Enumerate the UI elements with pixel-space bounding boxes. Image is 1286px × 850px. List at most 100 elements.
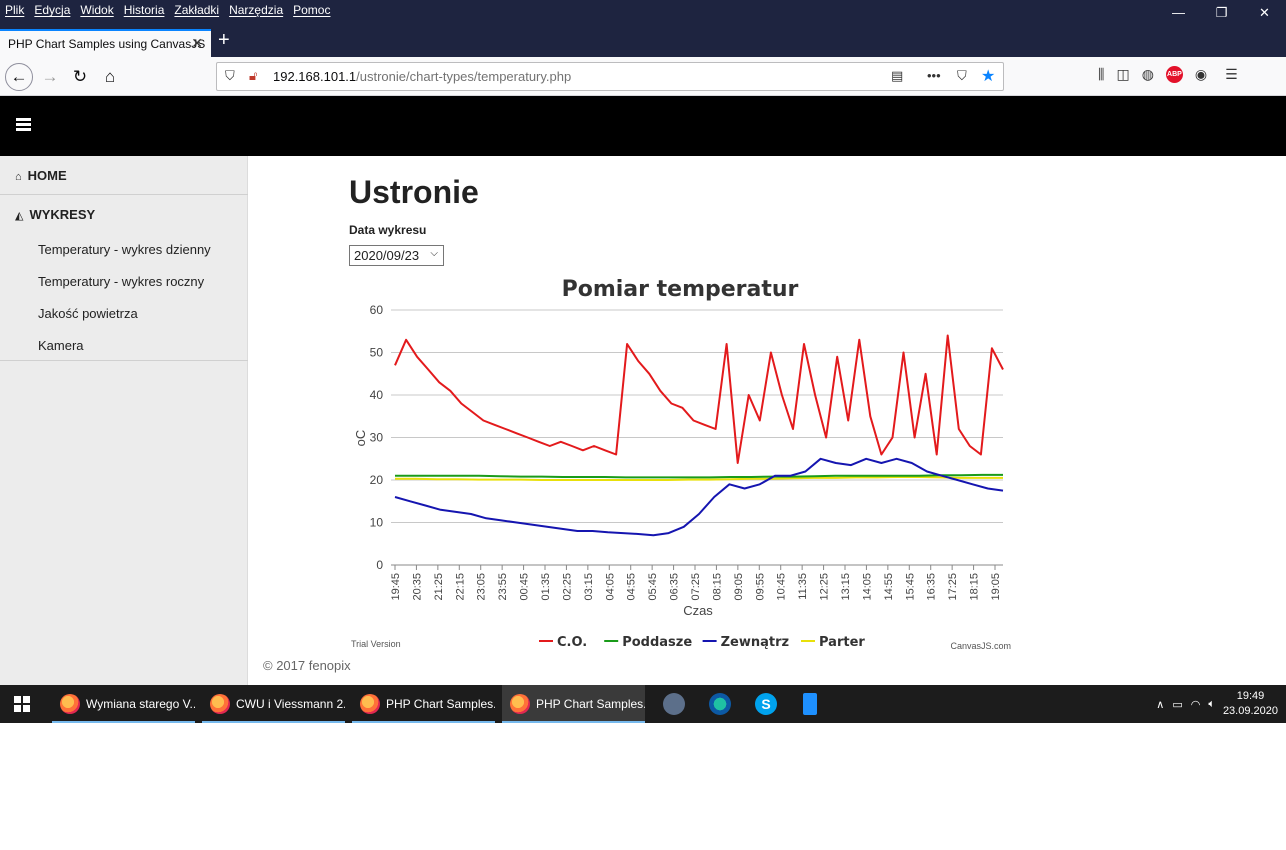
menu-plik[interactable]: Plik [5, 3, 24, 17]
y-tick-label: 20 [370, 473, 384, 487]
library-icon[interactable]: ⫼ [1098, 66, 1104, 83]
app-menu-icon[interactable]: ☰ [1225, 66, 1238, 83]
bookmark-star-icon[interactable]: ★ [981, 66, 995, 86]
clock-time: 19:49 [1236, 690, 1265, 702]
tab-close-icon[interactable]: ✕ [191, 35, 203, 52]
firefox-icon [510, 694, 530, 714]
sidebar: ⌂ HOME ◭ WYKRESY Temperatury - wykres dzie… [0, 156, 248, 685]
x-tick-label: 18:15 [969, 573, 981, 601]
menu-bar: Plik Edycja Widok Historia Zakładki Narz… [0, 0, 1286, 25]
edge-icon[interactable] [709, 693, 731, 715]
sidebar-item-temp-daily[interactable]: Temperatury - wykres dzienny [38, 242, 211, 257]
x-tick-label: 14:55 [883, 573, 895, 601]
tab-title: PHP Chart Samples using CanvasJS [8, 37, 206, 51]
date-select-value: 2020/09/23 [354, 248, 420, 263]
taskbar-task-1[interactable]: Wymiana starego V... [52, 685, 195, 723]
url-path: /ustronie/chart-types/temperatury.php [356, 69, 572, 84]
legend-label: C.O. [557, 635, 587, 650]
home-nav-icon: ⌂ [15, 171, 22, 183]
forward-icon[interactable]: → [36, 63, 64, 91]
page-actions-icon[interactable]: ••• [927, 68, 941, 83]
wifi-icon[interactable]: ◠ [1191, 698, 1201, 711]
x-tick-label: 10:45 [776, 573, 788, 601]
x-tick-label: 01:35 [540, 573, 552, 601]
x-tick-label: 16:35 [926, 573, 938, 601]
x-tick-label: 08:15 [711, 573, 723, 601]
menu-narzedzia[interactable]: Narzędzia [229, 3, 283, 17]
adblock-icon[interactable]: ABP [1165, 66, 1183, 83]
series-line-c-o- [394, 334, 1004, 464]
home-icon[interactable]: ⌂ [96, 63, 124, 91]
date-select[interactable]: 2020/09/23 ⌵ [349, 245, 444, 266]
sidebar-item-home[interactable]: ⌂ HOME [15, 168, 67, 183]
tray-chevron-up-icon[interactable]: ∧ [1156, 698, 1164, 711]
temperature-chart: Pomiar temperatur 0 10 20 30 40 50 60 19:45 20:35… [349, 272, 1019, 657]
task-label: PHP Chart Samples... [536, 697, 645, 711]
chevron-down-icon: ⌵ [430, 248, 438, 259]
menu-zakladki[interactable]: Zakładki [174, 3, 219, 17]
watermark-canvasjs: CanvasJS.com [950, 641, 1011, 651]
hamburger-menu-icon[interactable] [16, 118, 31, 131]
x-tick-label: 23:55 [497, 573, 509, 601]
x-tick-label: 17:25 [947, 573, 959, 601]
taskbar-task-3[interactable]: PHP Chart Samples... [352, 685, 495, 723]
legend-label: Poddasze [622, 635, 692, 650]
nav-bar: ← → ↻ ⌂ ⛉ 🔓︎ 192.168.101.1/ustronie/char… [0, 57, 1286, 96]
firefox-icon [360, 694, 380, 714]
volume-icon[interactable]: 🔈︎ [1208, 698, 1215, 711]
x-tick-label: 09:05 [733, 573, 745, 601]
menu-edycja[interactable]: Edycja [34, 3, 70, 17]
url-bar[interactable]: ⛉ 🔓︎ 192.168.101.1/ustronie/chart-types/… [216, 62, 1004, 91]
pocket-icon[interactable]: ⛉ [957, 68, 967, 84]
sidebar-toggle-icon[interactable]: ◫ [1116, 66, 1129, 83]
legend-label: Parter [819, 635, 865, 650]
reload-icon[interactable]: ↻ [66, 63, 94, 91]
restore-icon[interactable]: ❐ [1200, 0, 1243, 25]
sidebar-item-camera[interactable]: Kamera [38, 338, 84, 353]
x-tick-label: 00:45 [519, 573, 531, 601]
x-tick-label: 02:25 [561, 573, 573, 601]
windows-start-icon[interactable] [14, 696, 30, 712]
y-tick-label: 40 [370, 388, 384, 402]
skype-icon[interactable]: S [755, 693, 777, 715]
footer-copyright: © 2017 fenopix [263, 658, 351, 673]
x-axis-label: Czas [683, 603, 713, 618]
reader-view-icon[interactable]: ▤ [891, 68, 903, 84]
system-tray: ∧ ▭ ◠ 🔈︎ 19:49 23.09.2020 [1156, 685, 1278, 723]
chart-svg: Pomiar temperatur 0 10 20 30 40 50 60 19:45 20:35… [351, 277, 1011, 651]
menu-widok[interactable]: Widok [80, 3, 113, 17]
x-tick-label: 05:45 [647, 573, 659, 601]
close-window-icon[interactable]: ✕ [1243, 0, 1286, 25]
menu-pomoc[interactable]: Pomoc [293, 3, 330, 17]
account-icon[interactable]: ◉ [1195, 66, 1207, 83]
y-tick-label: 0 [376, 558, 383, 572]
x-tick-label: 11:35 [797, 573, 809, 600]
tab-active[interactable]: PHP Chart Samples using CanvasJS ✕ [0, 29, 211, 57]
y-tick-label: 50 [370, 346, 384, 360]
sidebar-item-temp-yearly[interactable]: Temperatury - wykres roczny [38, 274, 204, 289]
x-tick-label: 04:55 [626, 573, 638, 601]
minimize-icon[interactable]: — [1157, 0, 1200, 25]
page-title: Ustronie [349, 174, 479, 210]
taskbar-task-2[interactable]: CWU i Viessmann 2... [202, 685, 345, 723]
sidebar-item-air-quality[interactable]: Jakość powietrza [38, 306, 138, 321]
x-tick-label: 03:15 [583, 573, 595, 601]
menu-historia[interactable]: Historia [124, 3, 165, 17]
extension-globe-icon[interactable]: ◍ [1142, 66, 1154, 83]
phone-app-icon[interactable] [803, 693, 817, 715]
sidebar-item-wykresy[interactable]: ◭ WYKRESY [15, 207, 95, 222]
legend-label: Zewnątrz [721, 635, 789, 650]
battery-icon[interactable]: ▭ [1172, 698, 1182, 711]
back-icon[interactable]: ← [5, 63, 33, 91]
clock[interactable]: 19:49 23.09.2020 [1223, 689, 1278, 719]
url-host: 192.168.101.1 [273, 69, 357, 84]
new-tab-icon[interactable]: + [218, 30, 230, 50]
shield-icon[interactable]: ⛉ [225, 68, 235, 84]
x-tick-label: 19:05 [990, 573, 1002, 601]
insecure-lock-icon[interactable]: 🔓︎ [249, 68, 257, 84]
taskbar-task-4[interactable]: PHP Chart Samples... [502, 685, 645, 723]
firefox-icon [210, 694, 230, 714]
x-tick-label: 14:05 [861, 573, 873, 601]
task-label: PHP Chart Samples... [386, 697, 495, 711]
contacts-icon[interactable] [663, 693, 685, 715]
